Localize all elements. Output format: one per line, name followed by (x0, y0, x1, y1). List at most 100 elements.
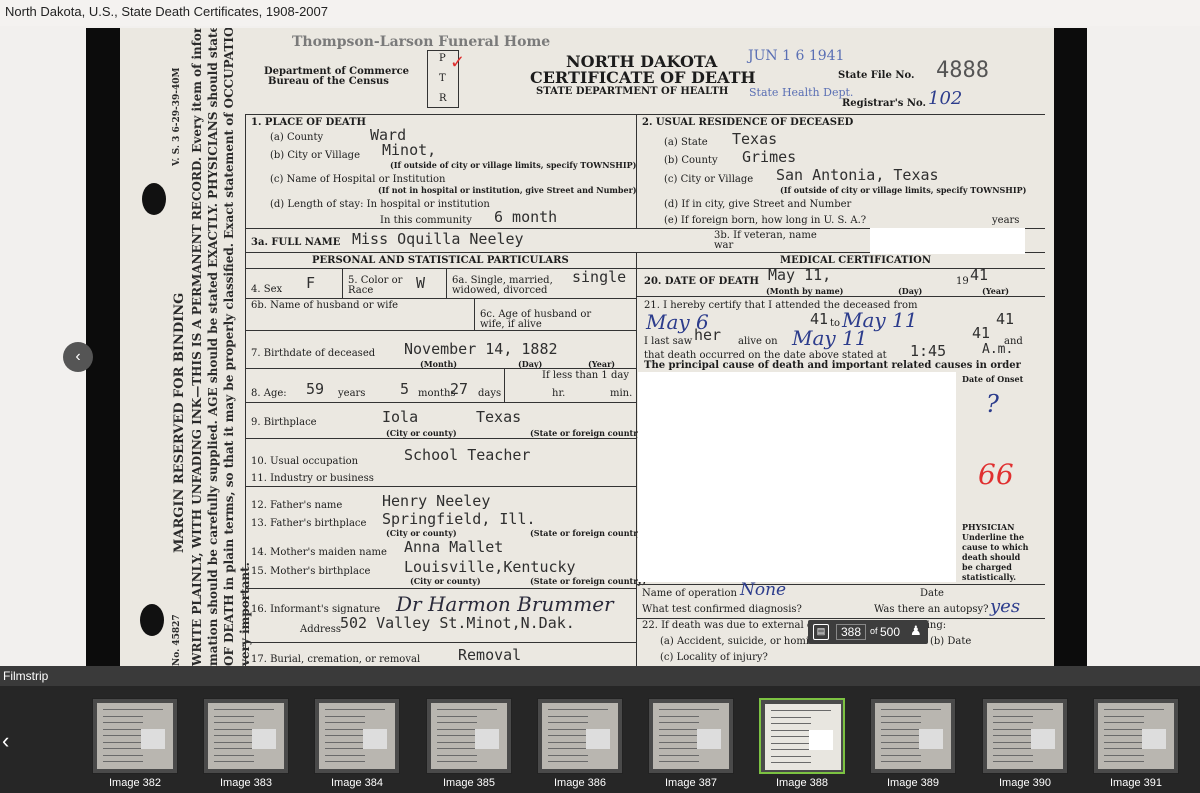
redacted-cause-of-death (638, 372, 956, 582)
binding-hole-top (142, 183, 166, 215)
margin-instruction-2: mation should be carefully supplied. AGE… (206, 28, 220, 666)
thumbnail-image (431, 703, 507, 769)
birthplace-state: Texas (476, 408, 522, 426)
filmstrip-thumbnail[interactable] (537, 698, 623, 774)
thumbnail-image (987, 703, 1063, 769)
thumbnail-label[interactable]: Image 382 (85, 777, 185, 789)
industry-label: 11. Industry or business (251, 473, 374, 484)
death-time: 1:45 (910, 342, 947, 360)
previous-image-button[interactable]: ‹ (63, 342, 93, 372)
physician-note-6: statistically. (962, 572, 1017, 582)
received-date-stamp: JUN 1 6 1941 (748, 48, 845, 64)
date-of-onset-label: Date of Onset (962, 374, 1024, 384)
full-name: Miss Oquilla Neeley (352, 230, 524, 248)
residence-county-label: (b) County (664, 155, 718, 166)
image-counter[interactable]: ▤ 388 of 500 ♟ (808, 620, 928, 644)
death-year-prefix: 19 (956, 276, 969, 287)
filmstrip-label: Filmstrip (0, 666, 1200, 686)
death-date: May 11, (768, 266, 832, 284)
residence-city-note: (If outside of city or village limits, s… (780, 185, 1027, 195)
death-ampm: A.m. (982, 342, 1014, 357)
rule (245, 298, 636, 299)
document-image-frame: MARGIN RESERVED FOR BINDING WRITE PLAINL… (86, 28, 1087, 666)
thumbnail-image (765, 704, 841, 770)
of-label: of (870, 626, 878, 636)
operation-label: Name of operation (642, 588, 737, 599)
hospital-label: (c) Name of Hospital or Institution (270, 174, 446, 185)
rule (245, 114, 1045, 115)
spouse-label: 6b. Name of husband or wife (251, 300, 399, 311)
thumbnail-label[interactable]: Image 390 (975, 777, 1075, 789)
filmstrip-thumbnail[interactable] (426, 698, 512, 774)
filmstrip-thumbnail[interactable] (759, 698, 845, 774)
birthplace-city: Iola (382, 408, 419, 426)
attended-to-year: 41 (996, 310, 1015, 328)
marital-label: 6a. Single, married, widowed, divorced (452, 275, 553, 296)
filmstrip-thumbnail[interactable] (648, 698, 734, 774)
thumbnail-label[interactable]: Image 385 (419, 777, 519, 789)
rule (342, 268, 343, 298)
thumbnail-label[interactable]: Image 391 (1086, 777, 1186, 789)
filmstrip-thumbnail[interactable] (92, 698, 178, 774)
last-saw-pronoun: her (694, 326, 722, 344)
death-certificate: MARGIN RESERVED FOR BINDING WRITE PLAINL… (120, 28, 1054, 666)
health-dept-stamp: State Health Dept. (749, 86, 854, 99)
registrar-label: Registrar's No. (842, 98, 927, 109)
thumbnail-label[interactable]: Image 386 (530, 777, 630, 789)
image-viewer[interactable]: MARGIN RESERVED FOR BINDING WRITE PLAINL… (0, 26, 1200, 666)
less-than-day-label: If less than 1 day (542, 370, 629, 381)
physician-note-2: Underline the (962, 532, 1025, 542)
filmstrip-thumbnail[interactable] (1093, 698, 1179, 774)
sex-value: F (306, 274, 316, 292)
thumbnail-label[interactable]: Image 388 (752, 777, 852, 789)
collection-title: North Dakota, U.S., State Death Certific… (5, 4, 329, 19)
rule (245, 642, 636, 643)
age-years: 59 (306, 380, 325, 398)
cause-label: The principal cause of death and importa… (644, 360, 1021, 371)
filmstrip-thumbnail[interactable] (314, 698, 400, 774)
autopsy-value: yes (990, 596, 1021, 617)
father-name: Henry Neeley (382, 492, 491, 510)
death-year-label: (Year) (982, 286, 1010, 296)
onset-question-mark: ? (986, 390, 999, 418)
filmstrip-thumbnail[interactable] (982, 698, 1068, 774)
margin-instruction-3: OF DEATH in plain terms, so that it may … (222, 28, 236, 666)
filmstrip[interactable]: ‹ Image 382 Image 383 Image 384 Image 385 Im… (0, 686, 1200, 793)
filmstrip-thumbnail[interactable] (203, 698, 289, 774)
burial-label: 17. Burial, cremation, or removal (251, 654, 421, 665)
current-image-number[interactable]: 388 (836, 624, 867, 640)
filmstrip-thumbnail[interactable] (870, 698, 956, 774)
rule (245, 402, 636, 403)
operation-value: None (740, 580, 787, 600)
veteran-label: 3b. If veteran, name war (714, 230, 817, 251)
city-note: (If outside of city or village limits, s… (390, 160, 637, 170)
residence-state: Texas (732, 130, 778, 148)
state-file-label: State File No. (838, 70, 915, 81)
community-stay: 6 month (494, 208, 558, 226)
rule (245, 330, 636, 331)
foreign-years-label: years (992, 215, 1020, 226)
index-view-icon[interactable]: ▤ (813, 624, 829, 640)
burial-value: Removal (458, 646, 522, 664)
death-city: Minot, (382, 141, 437, 159)
thumbnail-label[interactable]: Image 383 (196, 777, 296, 789)
thumbnail-image (653, 703, 729, 769)
thumbnail-image (319, 703, 395, 769)
place-of-death-heading: 1. PLACE OF DEATH (251, 117, 366, 128)
father-birthplace-label: 13. Father's birthplace (251, 518, 367, 529)
total-images: 500 (880, 625, 901, 639)
thumbnail-label[interactable]: Image 387 (641, 777, 741, 789)
filmstrip-prev-button[interactable]: ‹ (2, 728, 9, 754)
certificate-title: CERTIFICATE OF DEATH (530, 68, 756, 87)
residence-street-label: (d) If in city, give Street and Number (664, 199, 852, 210)
thumbnail-label[interactable]: Image 384 (307, 777, 407, 789)
residence-heading: 2. USUAL RESIDENCE OF DECEASED (642, 117, 854, 128)
death-day-label: (Day) (898, 286, 923, 296)
locality-label: (c) Locality of injury? (660, 652, 768, 663)
years-word: years (338, 388, 366, 399)
residence-city-label: (c) City or Village (664, 174, 754, 185)
margin-heading: MARGIN RESERVED FOR BINDING (172, 292, 187, 553)
mother-birthplace-label: 15. Mother's birthplace (251, 566, 371, 577)
thumbnail-label[interactable]: Image 389 (863, 777, 963, 789)
person-icon[interactable]: ♟ (910, 623, 922, 639)
